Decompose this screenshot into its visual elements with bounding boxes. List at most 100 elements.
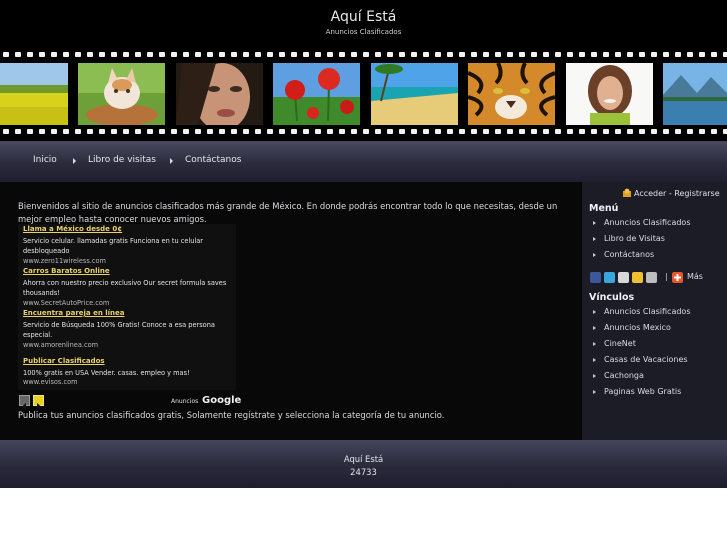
- film-perforation: [543, 52, 549, 57]
- film-perforation: [459, 52, 465, 57]
- bullet-arrow-icon: [593, 390, 596, 394]
- film-perforation: [579, 52, 585, 57]
- nav-item-libro-de-visitas[interactable]: Libro de visitas: [88, 155, 156, 165]
- main-navbar: Inicio Libro de visitas Contáctanos: [0, 141, 727, 182]
- ad-url[interactable]: www.SecretAutoPrice.com: [23, 299, 109, 307]
- film-perforation: [255, 129, 261, 134]
- woman-face-photo: [176, 63, 263, 125]
- kitten-photo: [78, 63, 165, 125]
- site-title[interactable]: Aquí Está: [0, 9, 727, 25]
- ad-title[interactable]: Encuentra pareja en línea: [23, 309, 125, 317]
- film-perforation: [243, 129, 249, 134]
- facebook-icon[interactable]: [590, 272, 601, 283]
- film-perforation: [303, 129, 309, 134]
- ad-prev-button[interactable]: [19, 395, 30, 410]
- film-perforation: [135, 52, 141, 57]
- bookmark-icon[interactable]: [632, 272, 643, 283]
- film-perforation: [75, 129, 81, 134]
- ad-description: 100% gratis en USA Vender. casas. empleo…: [23, 369, 190, 377]
- film-perforation: [99, 129, 105, 134]
- film-perforation: [387, 129, 393, 134]
- nav-item-contactanos[interactable]: Contáctanos: [185, 155, 241, 165]
- link-item-paginas-web-gratis[interactable]: Paginas Web Gratis: [604, 387, 681, 396]
- user-login-icon: [623, 188, 631, 197]
- film-perforation: [195, 129, 201, 134]
- menu-item-libro-de-visitas[interactable]: Libro de Visitas: [604, 234, 665, 243]
- ad-url[interactable]: www.zero11wireless.com: [23, 257, 106, 265]
- film-perforation: [315, 129, 321, 134]
- film-perforation: [423, 52, 429, 57]
- site-header: Aquí Está Anuncios Clasificados: [0, 0, 727, 48]
- ad-url[interactable]: www.amorenlinea.com: [23, 341, 98, 349]
- ad-title[interactable]: Publicar Clasificados: [23, 357, 105, 365]
- film-perforation: [375, 129, 381, 134]
- menu-heading: Menú: [589, 203, 619, 214]
- film-perforation: [99, 52, 105, 57]
- email-icon[interactable]: [618, 272, 629, 283]
- nav-item-inicio[interactable]: Inicio: [33, 155, 57, 165]
- link-item-cachonga[interactable]: Cachonga: [604, 371, 644, 380]
- film-perforation: [63, 129, 69, 134]
- link-item-cinenet[interactable]: CineNet: [604, 339, 636, 348]
- film-perforation: [219, 129, 225, 134]
- menu-item-contactanos[interactable]: Contáctanos: [604, 250, 654, 259]
- ad-title[interactable]: Carros Baratos Online: [23, 267, 110, 275]
- film-perforation: [615, 129, 621, 134]
- film-perforation: [279, 52, 285, 57]
- film-perforation: [423, 129, 429, 134]
- film-perforation: [687, 129, 693, 134]
- film-perforation: [711, 52, 717, 57]
- menu-item-anuncios-clasificados[interactable]: Anuncios Clasificados: [604, 218, 691, 227]
- film-perforation: [447, 52, 453, 57]
- film-perforation: [507, 52, 513, 57]
- film-perforation: [711, 129, 717, 134]
- link-item-anuncios-clasificados[interactable]: Anuncios Clasificados: [604, 307, 691, 316]
- red-poppies-photo: [273, 63, 360, 125]
- film-perforation: [627, 129, 633, 134]
- footer-title: Aquí Está: [343, 454, 384, 464]
- bullet-arrow-icon: [593, 253, 596, 257]
- ad-next-button[interactable]: [33, 395, 44, 410]
- google-logo-text[interactable]: Google: [202, 395, 241, 406]
- film-perforation: [183, 129, 189, 134]
- bullet-arrow-icon: [593, 342, 596, 346]
- share-separator: |: [665, 272, 668, 281]
- login-register-link[interactable]: Acceder - Registrarse: [634, 189, 720, 198]
- film-perforation: [687, 52, 693, 57]
- film-perforation: [483, 129, 489, 134]
- ad-description: Servicio celular. llamadas gratis Funcio…: [23, 237, 204, 255]
- film-perforation: [171, 129, 177, 134]
- flower-field-photo: [0, 63, 68, 125]
- film-perforation: [639, 52, 645, 57]
- film-perforation: [531, 52, 537, 57]
- share-more-link[interactable]: Más: [687, 272, 703, 281]
- google-ads-block: Llama a México desde 0¢ Servicio celular…: [18, 224, 241, 410]
- film-perforation: [375, 52, 381, 57]
- filmstrip-perforations-bottom: [0, 129, 727, 135]
- print-icon[interactable]: [646, 272, 657, 283]
- link-item-casas-de-vacaciones[interactable]: Casas de Vacaciones: [604, 355, 688, 364]
- ad-title[interactable]: Llama a México desde 0¢: [23, 225, 122, 233]
- film-perforation: [699, 129, 705, 134]
- bullet-arrow-icon: [593, 310, 596, 314]
- film-perforation: [123, 129, 129, 134]
- film-perforation: [519, 52, 525, 57]
- film-perforation: [279, 129, 285, 134]
- film-perforation: [471, 129, 477, 134]
- film-perforation: [363, 52, 369, 57]
- film-perforation: [39, 129, 45, 134]
- film-perforation: [579, 129, 585, 134]
- film-perforation: [111, 129, 117, 134]
- site-subtitle: Anuncios Clasificados: [325, 28, 402, 36]
- ad-url[interactable]: www.evisos.com: [23, 378, 78, 386]
- film-perforation: [639, 129, 645, 134]
- film-perforation: [591, 129, 597, 134]
- add-share-icon[interactable]: [672, 272, 683, 283]
- film-perforation: [567, 129, 573, 134]
- film-perforation: [339, 129, 345, 134]
- film-perforation: [267, 52, 273, 57]
- link-item-anuncios-mexico[interactable]: Anuncios Mexico: [604, 323, 671, 332]
- film-perforation: [303, 52, 309, 57]
- twitter-icon[interactable]: [604, 272, 615, 283]
- film-perforation: [663, 129, 669, 134]
